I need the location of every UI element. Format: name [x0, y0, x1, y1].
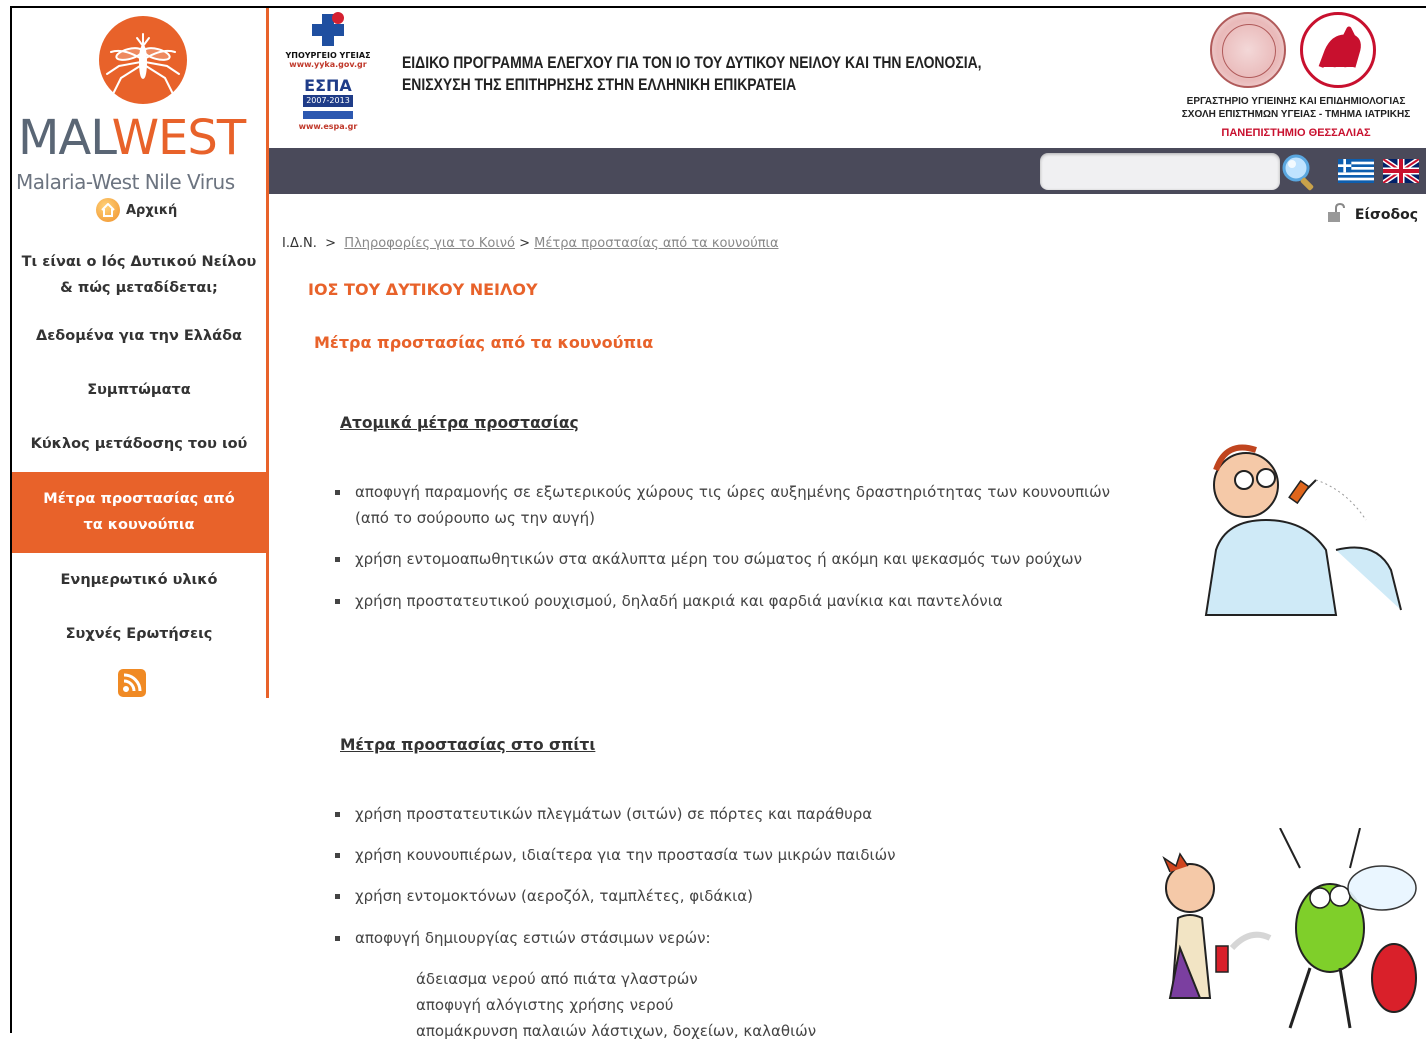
logo-wordmark: MALWEST — [18, 114, 246, 162]
rss-feed-icon[interactable] — [118, 669, 146, 697]
list-item: χρήση εντομοκτόνων (αεροζόλ, ταμπλέτες, … — [333, 883, 1133, 909]
search-input[interactable] — [1040, 153, 1280, 190]
ministry-cross-icon — [310, 12, 346, 48]
breadcrumb-public-info[interactable]: Πληροφορίες για το Κοινό — [344, 236, 515, 251]
sidebar-item-faq[interactable]: Συχνές Ερωτήσεις — [12, 607, 266, 661]
breadcrumb-separator: > — [325, 236, 337, 251]
centaur-emblem-icon — [1300, 12, 1376, 88]
uk-flag-icon[interactable] — [1381, 156, 1421, 186]
lab-seal-icon — [1210, 12, 1286, 88]
breadcrumb-root[interactable]: Ι.Δ.Ν. — [282, 236, 317, 251]
sidebar-item-transmission-cycle[interactable]: Κύκλος μετάδοσης του ιού — [12, 417, 266, 472]
sub-list-item: απομάκρυνση παλαιών λάστιχων, δοχείων, κ… — [416, 1022, 817, 1040]
list-item: αποφυγή δημιουργίας εστιών στάσιμων νερώ… — [333, 925, 1133, 951]
search-icon[interactable] — [1280, 152, 1320, 192]
list-item: χρήση κουνουπιέρων, ιδιαίτερα για την πρ… — [333, 842, 1133, 868]
page-title: Μέτρα προστασίας από τα κουνούπια — [314, 333, 654, 352]
ministry-url: www.yyka.gov.gr — [289, 59, 367, 69]
program-title: ΕΙΔΙΚΟ ΠΡΟΓΡΑΜΜΑ ΕΛΕΓΧΟΥ ΓΙΑ ΤΟΝ ΙΟ ΤΟΥ … — [402, 52, 982, 96]
list-item: αποφυγή παραμονής σε εξωτερικούς χώρους … — [333, 479, 1133, 531]
mosquito-logo-icon — [99, 16, 187, 104]
lab-name: ΕΡΓΑΣΤΗΡΙΟ ΥΓΙΕΙΝΗΣ ΚΑΙ ΕΠΙΔΗΜΙΟΛΟΓΙΑΣ — [1186, 96, 1406, 107]
login-link[interactable]: Είσοδος — [1325, 202, 1418, 227]
list-item: χρήση προστατευτικών πλεγμάτων (σιτών) σ… — [333, 801, 1133, 827]
sub-list-item: αποφυγή αλόγιστης χρήσης νερού — [416, 996, 674, 1014]
sidebar-item-what-is-wnv[interactable]: Τι είναι ο Ιός Δυτικού Νείλου & πώς μετα… — [12, 236, 266, 310]
university-name: ΠΑΝΕΠΙΣΤΗΜΙΟ ΘΕΣΣΑΛΙΑΣ — [1221, 127, 1371, 139]
home-label: Αρχική — [126, 202, 178, 218]
breadcrumb-separator: > — [519, 236, 531, 251]
man-spraying-repellent-illustration — [1186, 440, 1416, 625]
university-logo[interactable]: ΕΡΓΑΣΤΗΡΙΟ ΥΓΙΕΙΝΗΣ ΚΑΙ ΕΠΙΔΗΜΙΟΛΟΓΙΑΣ Σ… — [1168, 12, 1424, 146]
man-spraying-mosquito-illustration — [1150, 827, 1420, 1033]
logo-subtitle: Malaria-West Nile Virus — [16, 170, 235, 194]
espa-flag-icon — [303, 110, 353, 119]
espa-url: www.espa.gr — [298, 121, 358, 131]
logo-mal: MAL — [18, 110, 113, 166]
malwest-logo[interactable]: MALWEST Malaria-West Nile Virus — [12, 8, 266, 198]
sidebar-item-greece-data[interactable]: Δεδομένα για την Ελλάδα — [12, 310, 266, 363]
list-item: χρήση εντομοαπωθητικών στα ακάλυπτα μέρη… — [333, 546, 1133, 572]
list-item: χρήση προστατευτικού ρουχισμού, δηλαδή μ… — [333, 588, 1133, 614]
sidebar-item-symptoms[interactable]: Συμπτώματα — [12, 363, 266, 417]
sidebar-nav: Τι είναι ο Ιός Δυτικού Νείλου & πώς μετα… — [12, 236, 266, 661]
program-title-line2: ΕΝΙΣΧΥΣΗ ΤΗΣ ΕΠΙΤΗΡΗΣΗΣ ΣΤΗΝ ΕΛΛΗΝΙΚΗ ΕΠ… — [402, 75, 797, 94]
login-label: Είσοδος — [1354, 207, 1418, 223]
program-title-line1: ΕΙΔΙΚΟ ΠΡΟΓΡΑΜΜΑ ΕΛΕΓΧΟΥ ΓΙΑ ΤΟΝ ΙΟ ΤΟΥ … — [402, 53, 982, 72]
home-link[interactable]: Αρχική — [96, 198, 177, 222]
espa-years: 2007-2013 — [303, 94, 353, 107]
breadcrumb-current[interactable]: Μέτρα προστασίας από τα κουνούπια — [534, 236, 778, 251]
logo-west: WEST — [111, 110, 247, 166]
school-name: ΣΧΟΛΗ ΕΠΙΣΤΗΜΩΝ ΥΓΕΙΑΣ - ΤΜΗΜΑ ΙΑΤΡΙΚΗΣ — [1181, 109, 1411, 120]
personal-measures-list: αποφυγή παραμονής σε εξωτερικούς χώρους … — [333, 479, 1133, 614]
greek-flag-icon[interactable] — [1338, 159, 1374, 183]
sub-list-item: άδειασμα νερού από πιάτα γλαστρών — [416, 970, 698, 988]
standing-water-sublist: άδειασμα νερού από πιάτα γλαστρών αποφυγ… — [416, 966, 816, 1044]
sidebar-divider — [266, 8, 269, 698]
espa-label: ΕΣΠΑ — [304, 75, 352, 95]
lock-icon — [1325, 202, 1345, 227]
home-measures-heading: Μέτρα προστασίας στο σπίτι — [340, 736, 596, 754]
ministry-espa-logo[interactable]: ΥΠΟΥΡΓΕΙΟ ΥΓΕΙΑΣ www.yyka.gov.gr ΕΣΠΑ 20… — [282, 12, 374, 147]
section-title: ΙΟΣ ΤΟΥ ΔΥΤΙΚΟΥ ΝΕΙΛΟΥ — [308, 280, 538, 299]
home-icon — [96, 198, 120, 222]
sidebar-item-info-material[interactable]: Ενημερωτικό υλικό — [12, 553, 266, 607]
sidebar-item-protection-measures[interactable]: Μέτρα προστασίας από τα κουνούπια — [12, 472, 266, 553]
personal-measures-heading: Ατομικά μέτρα προστασίας — [340, 414, 579, 432]
breadcrumb: Ι.Δ.Ν. > Πληροφορίες για το Κοινό > Μέτρ… — [282, 236, 779, 251]
home-measures-list: χρήση προστατευτικών πλεγμάτων (σιτών) σ… — [333, 801, 1133, 951]
